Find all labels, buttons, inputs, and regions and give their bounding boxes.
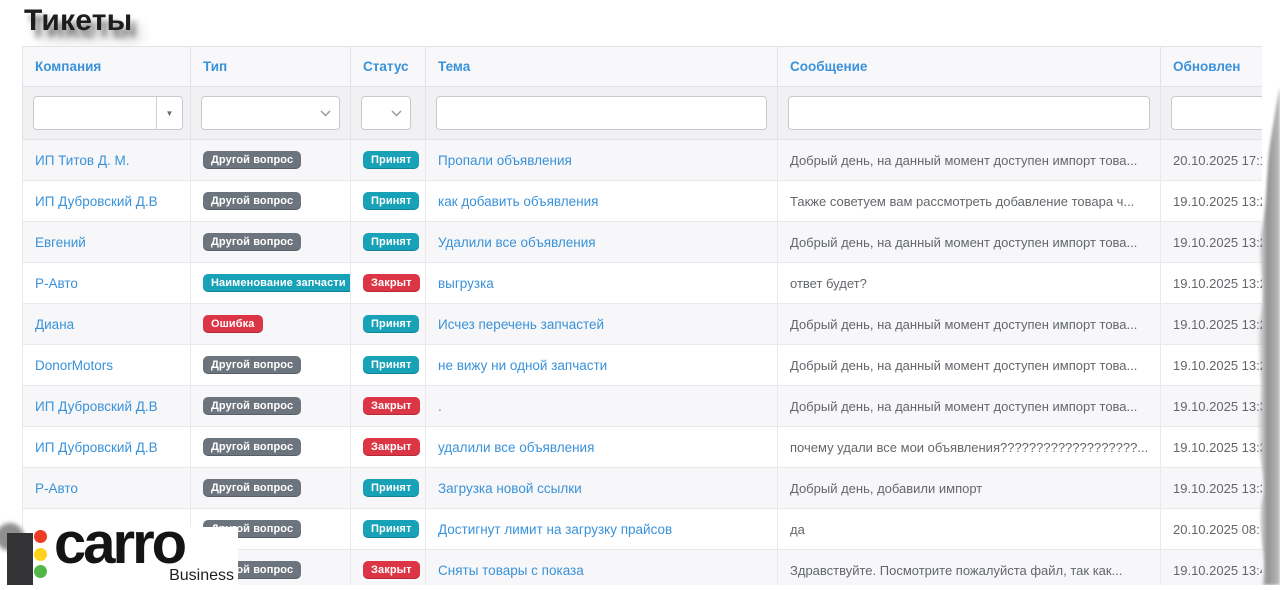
company-filter-select[interactable]: ▼ bbox=[33, 96, 183, 130]
column-header-status[interactable]: Статус bbox=[351, 47, 426, 87]
traffic-light-icon bbox=[34, 530, 48, 578]
message-text: почему удали все мои объявления?????????… bbox=[790, 440, 1148, 455]
message-text: Добрый день, на данный момент доступен и… bbox=[790, 317, 1137, 332]
company-link[interactable]: Евгений bbox=[35, 235, 86, 250]
subject-link[interactable]: Достигнут лимит на загрузку прайсов bbox=[438, 522, 672, 537]
table-row[interactable]: Евгений Другой вопрос Принят Удалили все… bbox=[23, 222, 1263, 263]
updated-text: 19.10.2025 13:3 bbox=[1173, 440, 1262, 455]
company-link[interactable]: DonorMotors bbox=[35, 358, 113, 373]
company-link[interactable]: Р-Авто bbox=[35, 481, 78, 496]
type-badge: Другой вопрос bbox=[203, 479, 301, 497]
column-header-updated[interactable]: Обновлен bbox=[1161, 47, 1263, 87]
logo-subtitle: Business bbox=[169, 567, 234, 585]
chevron-down-icon bbox=[391, 104, 402, 122]
subject-link[interactable]: Удалили все объявления bbox=[438, 235, 596, 250]
message-text: да bbox=[790, 522, 805, 537]
message-text: Добрый день, на данный момент доступен и… bbox=[790, 235, 1137, 250]
carro-business-logo: carro Business bbox=[0, 505, 248, 585]
status-filter-select[interactable] bbox=[361, 96, 411, 130]
chevron-down-icon bbox=[320, 104, 331, 122]
page-title: Тикеты bbox=[24, 4, 132, 38]
table-row[interactable]: Р-Авто Другой вопрос Принят Загрузка нов… bbox=[23, 468, 1263, 509]
company-link[interactable]: Диана bbox=[35, 317, 74, 332]
updated-text: 20.10.2025 17:1 bbox=[1173, 153, 1262, 168]
type-badge: Другой вопрос bbox=[203, 356, 301, 374]
company-link[interactable]: ИП Дубровский Д.В bbox=[35, 399, 158, 414]
updated-text: 19.10.2025 13:2 bbox=[1173, 276, 1262, 291]
type-filter-select[interactable] bbox=[201, 96, 340, 130]
red-dot-icon bbox=[34, 530, 47, 543]
table-row[interactable]: Диана Ошибка Принят Исчез перечень запча… bbox=[23, 304, 1263, 345]
subject-link[interactable]: Пропали объявления bbox=[438, 153, 572, 168]
status-badge: Принят bbox=[363, 151, 419, 169]
yellow-dot-icon bbox=[34, 548, 47, 561]
table-row[interactable]: Р-Авто Наименование запчасти Закрыт выгр… bbox=[23, 263, 1263, 304]
status-badge: Принят bbox=[363, 520, 419, 538]
filter-row: ▼ bbox=[23, 87, 1263, 140]
type-badge: Другой вопрос bbox=[203, 192, 301, 210]
logo-panel: carro Business bbox=[33, 527, 238, 585]
type-badge: Другой вопрос bbox=[203, 151, 301, 169]
green-dot-icon bbox=[34, 565, 47, 578]
logo-dark-strip bbox=[7, 533, 34, 585]
updated-text: 19.10.2025 13:2 bbox=[1173, 235, 1262, 250]
status-badge: Принят bbox=[363, 233, 419, 251]
company-link[interactable]: ИП Дубровский Д.В bbox=[35, 194, 158, 209]
updated-filter-input[interactable] bbox=[1171, 96, 1262, 130]
status-badge: Принят bbox=[363, 356, 419, 374]
message-text: ответ будет? bbox=[790, 276, 867, 291]
updated-text: 20.10.2025 08: bbox=[1173, 522, 1260, 537]
company-link[interactable]: ИП Титов Д. М. bbox=[35, 153, 129, 168]
header-row: Компания Тип Статус Тема Сообщение Обнов… bbox=[23, 47, 1263, 87]
status-badge: Принят bbox=[363, 479, 419, 497]
table-row[interactable]: ИП Дубровский Д.В Другой вопрос Принят к… bbox=[23, 181, 1263, 222]
updated-text: 19.10.2025 13:3 bbox=[1173, 481, 1262, 496]
updated-text: 19.10.2025 13:3 bbox=[1173, 399, 1262, 414]
updated-text: 19.10.2025 13:2 bbox=[1173, 194, 1262, 209]
subject-link[interactable]: не вижу ни одной запчасти bbox=[438, 358, 607, 373]
company-link[interactable]: Р-Авто bbox=[35, 276, 78, 291]
message-text: Также советуем вам рассмотреть добавлени… bbox=[790, 194, 1134, 209]
subject-link[interactable]: удалили все объявления bbox=[438, 440, 594, 455]
table-row[interactable]: ИП Дубровский Д.В Другой вопрос Закрыт .… bbox=[23, 386, 1263, 427]
message-text: Добрый день, на данный момент доступен и… bbox=[790, 358, 1137, 373]
subject-link[interactable]: выгрузка bbox=[438, 276, 494, 291]
subject-link[interactable]: Исчез перечень запчастей bbox=[438, 317, 604, 332]
type-badge: Другой вопрос bbox=[203, 397, 301, 415]
subject-link[interactable]: . bbox=[438, 399, 442, 414]
subject-link[interactable]: Сняты товары с показа bbox=[438, 563, 584, 578]
status-badge: Принят bbox=[363, 315, 419, 333]
message-text: Здравствуйте. Посмотрите пожалуйста файл… bbox=[790, 563, 1122, 578]
message-text: Добрый день, на данный момент доступен и… bbox=[790, 399, 1137, 414]
subject-filter-input[interactable] bbox=[436, 96, 767, 130]
logo-wordmark: carro bbox=[54, 515, 184, 573]
updated-text: 19.10.2025 13:4 bbox=[1173, 563, 1262, 578]
company-link[interactable]: ИП Дубровский Д.В bbox=[35, 440, 158, 455]
status-badge: Закрыт bbox=[363, 397, 420, 415]
subject-link[interactable]: Загрузка новой ссылки bbox=[438, 481, 582, 496]
subject-link[interactable]: как добавить объявления bbox=[438, 194, 598, 209]
type-badge: Ошибка bbox=[203, 315, 263, 333]
table-row[interactable]: ИП Дубровский Д.В Другой вопрос Закрыт у… bbox=[23, 427, 1263, 468]
dropdown-arrow-icon: ▼ bbox=[156, 97, 182, 129]
type-badge: Другой вопрос bbox=[203, 233, 301, 251]
message-text: Добрый день, на данный момент доступен и… bbox=[790, 153, 1137, 168]
column-header-company[interactable]: Компания bbox=[23, 47, 191, 87]
column-header-type[interactable]: Тип bbox=[191, 47, 351, 87]
updated-text: 19.10.2025 13:2 bbox=[1173, 358, 1262, 373]
updated-text: 19.10.2025 13:2 bbox=[1173, 317, 1262, 332]
column-header-message[interactable]: Сообщение bbox=[778, 47, 1161, 87]
status-badge: Закрыт bbox=[363, 274, 420, 292]
status-badge: Принят bbox=[363, 192, 419, 210]
type-badge: Другой вопрос bbox=[203, 438, 301, 456]
table-row[interactable]: ИП Титов Д. М. Другой вопрос Принят Проп… bbox=[23, 140, 1263, 181]
message-filter-input[interactable] bbox=[788, 96, 1150, 130]
status-badge: Закрыт bbox=[363, 438, 420, 456]
status-badge: Закрыт bbox=[363, 561, 420, 579]
column-header-subject[interactable]: Тема bbox=[426, 47, 778, 87]
type-badge: Наименование запчасти bbox=[203, 274, 351, 292]
message-text: Добрый день, добавили импорт bbox=[790, 481, 982, 496]
table-row[interactable]: DonorMotors Другой вопрос Принят не вижу… bbox=[23, 345, 1263, 386]
